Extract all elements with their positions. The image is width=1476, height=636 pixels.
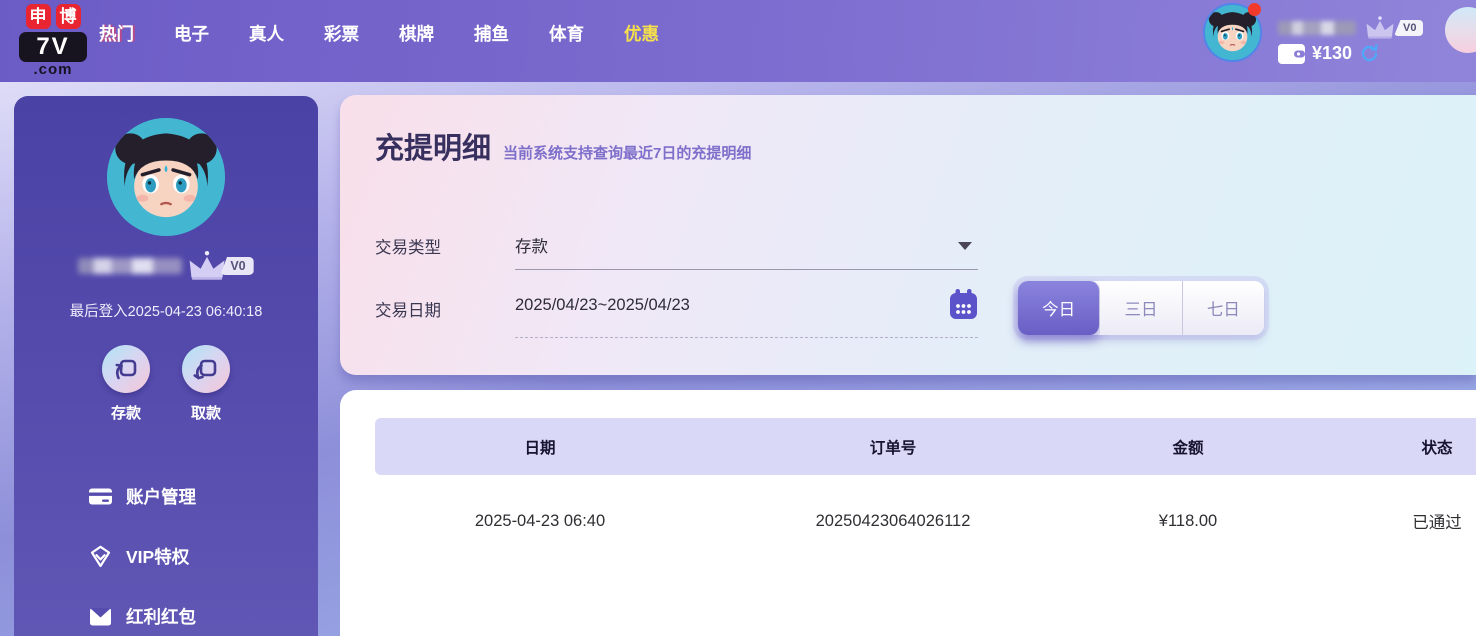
page: 申 博 7V .com 热门 电子 真人 彩票 棋牌 捕鱼 体育 优惠 V0 ¥…: [0, 0, 1476, 636]
wallet-icon: [1278, 43, 1305, 64]
nav-item[interactable]: 电子: [174, 21, 209, 46]
table-header-cell: 订单号: [705, 418, 1081, 475]
page-title: 充提明细: [375, 133, 492, 165]
transaction-type-label: 交易类型: [375, 239, 441, 257]
table-row: 2025-04-23 06:40 20250423064026112 ¥118.00…: [375, 475, 1476, 567]
user-area: V0 ¥130: [1203, 3, 1424, 64]
table-cell: 2025-04-23 06:40: [474, 511, 606, 530]
main-nav: 热门 电子 真人 彩票 棋牌 捕鱼 体育 优惠: [99, 21, 659, 46]
range-button[interactable]: 三日: [1100, 281, 1183, 335]
site-logo[interactable]: 申 博 7V .com: [14, 4, 92, 78]
table-cell: 已通过: [1412, 514, 1462, 532]
avatar-cartoon: [107, 118, 225, 236]
sidebar-menu: 账户管理 VIP特权红利红包: [14, 466, 318, 636]
logo-badges: 申 博: [14, 4, 92, 29]
sidebar-menu-label: VIP特权: [126, 546, 190, 567]
quick-action-button[interactable]: 存款: [94, 345, 158, 423]
withdraw-icon: [182, 345, 230, 393]
deposit-icon: [102, 345, 150, 393]
nav-item[interactable]: 热门: [99, 21, 134, 46]
nav-item[interactable]: 体育: [549, 21, 584, 46]
date-range-input[interactable]: 2025/04/23~2025/04/23: [515, 289, 978, 338]
table-header-cell: 日期: [375, 418, 705, 475]
username-blurred: [1278, 21, 1356, 35]
table-cell: 20250423064026112: [815, 511, 971, 530]
transaction-date-label: 交易日期: [375, 302, 441, 320]
logo-suffix-text: .com: [33, 61, 73, 78]
table-header-cell: 金额: [1081, 418, 1295, 475]
diamond-icon: [88, 544, 113, 569]
transactions-table: 日期 订单号 金额 状态 2025-04-23 06:40 202504230640261…: [375, 418, 1476, 567]
quick-action-button[interactable]: 取款: [174, 345, 238, 423]
nav-item[interactable]: 真人: [249, 21, 284, 46]
table-card: 日期 订单号 金额 状态 2025-04-23 06:40 202504230640261…: [340, 390, 1476, 636]
date-range-value: 2025/04/23~2025/04/23: [515, 296, 690, 314]
nav-item[interactable]: 捕鱼: [474, 21, 509, 46]
vip-crown-icon: [1366, 16, 1394, 39]
sidebar-menu-label: 账户管理: [126, 486, 196, 507]
refresh-balance-icon[interactable]: [1359, 43, 1380, 64]
calendar-icon[interactable]: [949, 289, 978, 320]
sidebar-menu-item[interactable]: 红利红包: [88, 586, 318, 636]
content-area: V0 最后登入2025-04-23 06:40:18 存款 取款 账户管理 VIP特…: [0, 82, 1476, 636]
quick-action-label: 取款: [190, 405, 221, 422]
transaction-type-row: 交易类型 存款: [375, 233, 978, 270]
transaction-type-value: 存款: [515, 238, 548, 256]
filter-card: 充提明细 当前系统支持查询最近7日的充提明细 交易类型 存款 交易日期 2025…: [340, 95, 1476, 375]
sidebar-menu-item[interactable]: 账户管理: [88, 466, 318, 526]
sidebar-menu-label: 红利红包: [126, 606, 196, 627]
sidebar-username-row: V0: [14, 249, 318, 283]
table-header-row: 日期 订单号 金额 状态: [375, 418, 1476, 475]
vip-crown-icon: [189, 250, 225, 280]
logo-badge-char: 申: [25, 4, 51, 29]
range-button[interactable]: 今日: [1018, 281, 1101, 335]
notification-dot: [1248, 3, 1261, 16]
sidebar: V0 最后登入2025-04-23 06:40:18 存款 取款 账户管理 VIP特…: [14, 96, 318, 636]
table-header-cell: 状态: [1295, 418, 1476, 475]
quick-actions: 存款 取款: [14, 345, 318, 423]
quick-action-label: 存款: [110, 405, 141, 422]
user-meta: V0 ¥130: [1278, 3, 1424, 64]
avatar[interactable]: [1203, 3, 1262, 62]
main-panel: 充提明细 当前系统支持查询最近7日的充提明细 交易类型 存款 交易日期 2025…: [340, 95, 1476, 636]
floating-button-partial[interactable]: [1445, 7, 1476, 53]
transaction-date-row: 交易日期 2025/04/23~2025/04/23: [375, 289, 978, 338]
logo-badge-char: 博: [55, 4, 81, 29]
top-navigation-bar: 申 博 7V .com 热门 电子 真人 彩票 棋牌 捕鱼 体育 优惠 V0 ¥…: [0, 0, 1476, 82]
vip-level-badge: V0: [1394, 20, 1424, 36]
sidebar-avatar[interactable]: [107, 118, 225, 236]
balance-amount: ¥130: [1312, 43, 1353, 63]
chevron-down-icon: [958, 242, 972, 250]
card-icon: [88, 484, 113, 509]
logo-main-text: 7V: [19, 32, 87, 62]
nav-item[interactable]: 棋牌: [399, 21, 434, 46]
date-range-quick-buttons: 今日 三日 七日: [1018, 281, 1264, 335]
envelope-icon: [88, 604, 113, 629]
page-subtitle: 当前系统支持查询最近7日的充提明细: [503, 145, 752, 162]
username-blurred: [78, 258, 183, 274]
table-cell: ¥118.00: [1158, 511, 1218, 530]
last-login-text: 最后登入2025-04-23 06:40:18: [69, 304, 263, 320]
card-head: 充提明细 当前系统支持查询最近7日的充提明细: [375, 125, 751, 167]
nav-item[interactable]: 优惠: [624, 21, 659, 46]
sidebar-menu-item[interactable]: VIP特权: [88, 526, 318, 586]
nav-item[interactable]: 彩票: [324, 21, 359, 46]
range-button[interactable]: 七日: [1182, 281, 1264, 335]
transaction-type-select[interactable]: 存款: [515, 233, 978, 270]
